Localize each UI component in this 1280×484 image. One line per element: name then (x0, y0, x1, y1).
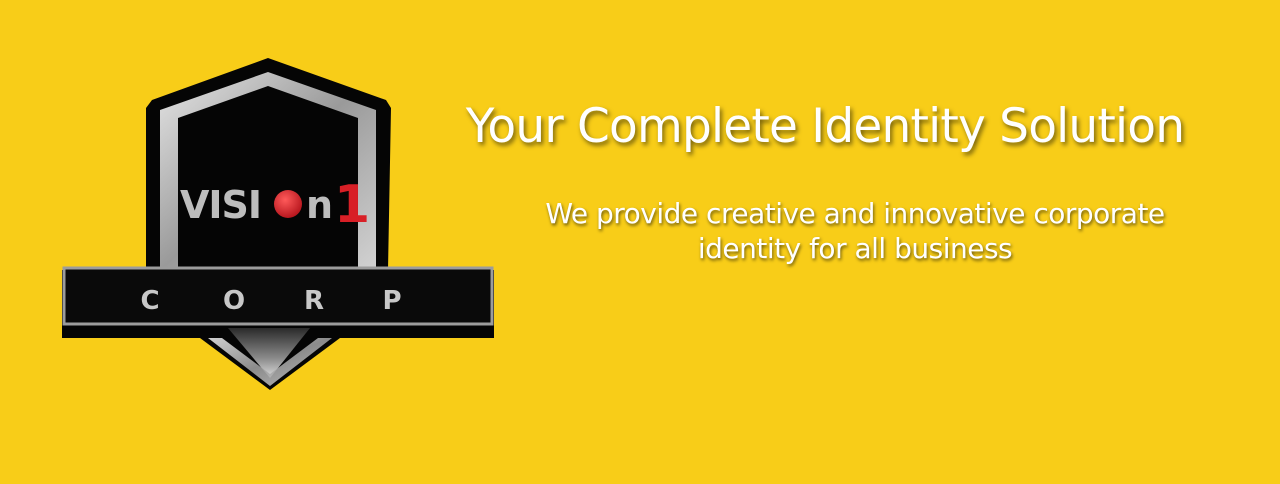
logo-brand-number: 1 (334, 175, 370, 235)
corp-band (62, 266, 494, 326)
logo-letter-r: R (304, 286, 324, 316)
hero-headline: Your Complete Identity Solution (465, 99, 1185, 154)
headline-container: Your Complete Identity Solution (410, 96, 1240, 158)
logo-letter-p: P (382, 286, 401, 316)
tagline-line-2: identity for all business (697, 232, 1013, 265)
hero-tagline: We provide creative and innovative corpo… (470, 196, 1240, 266)
logo-letter-c: C (140, 286, 159, 316)
tagline-container: We provide creative and innovative corpo… (470, 196, 1240, 266)
tagline-line-1: We provide creative and innovative corpo… (545, 197, 1165, 230)
logo-brand-prefix: VISI (180, 183, 261, 227)
logo-red-o (274, 190, 302, 218)
hero-banner: VISI n 1 C O R P Your Complete Identity … (0, 0, 1280, 484)
logo-brand-suffix: n (306, 183, 333, 227)
logo-letter-o: O (223, 286, 245, 316)
